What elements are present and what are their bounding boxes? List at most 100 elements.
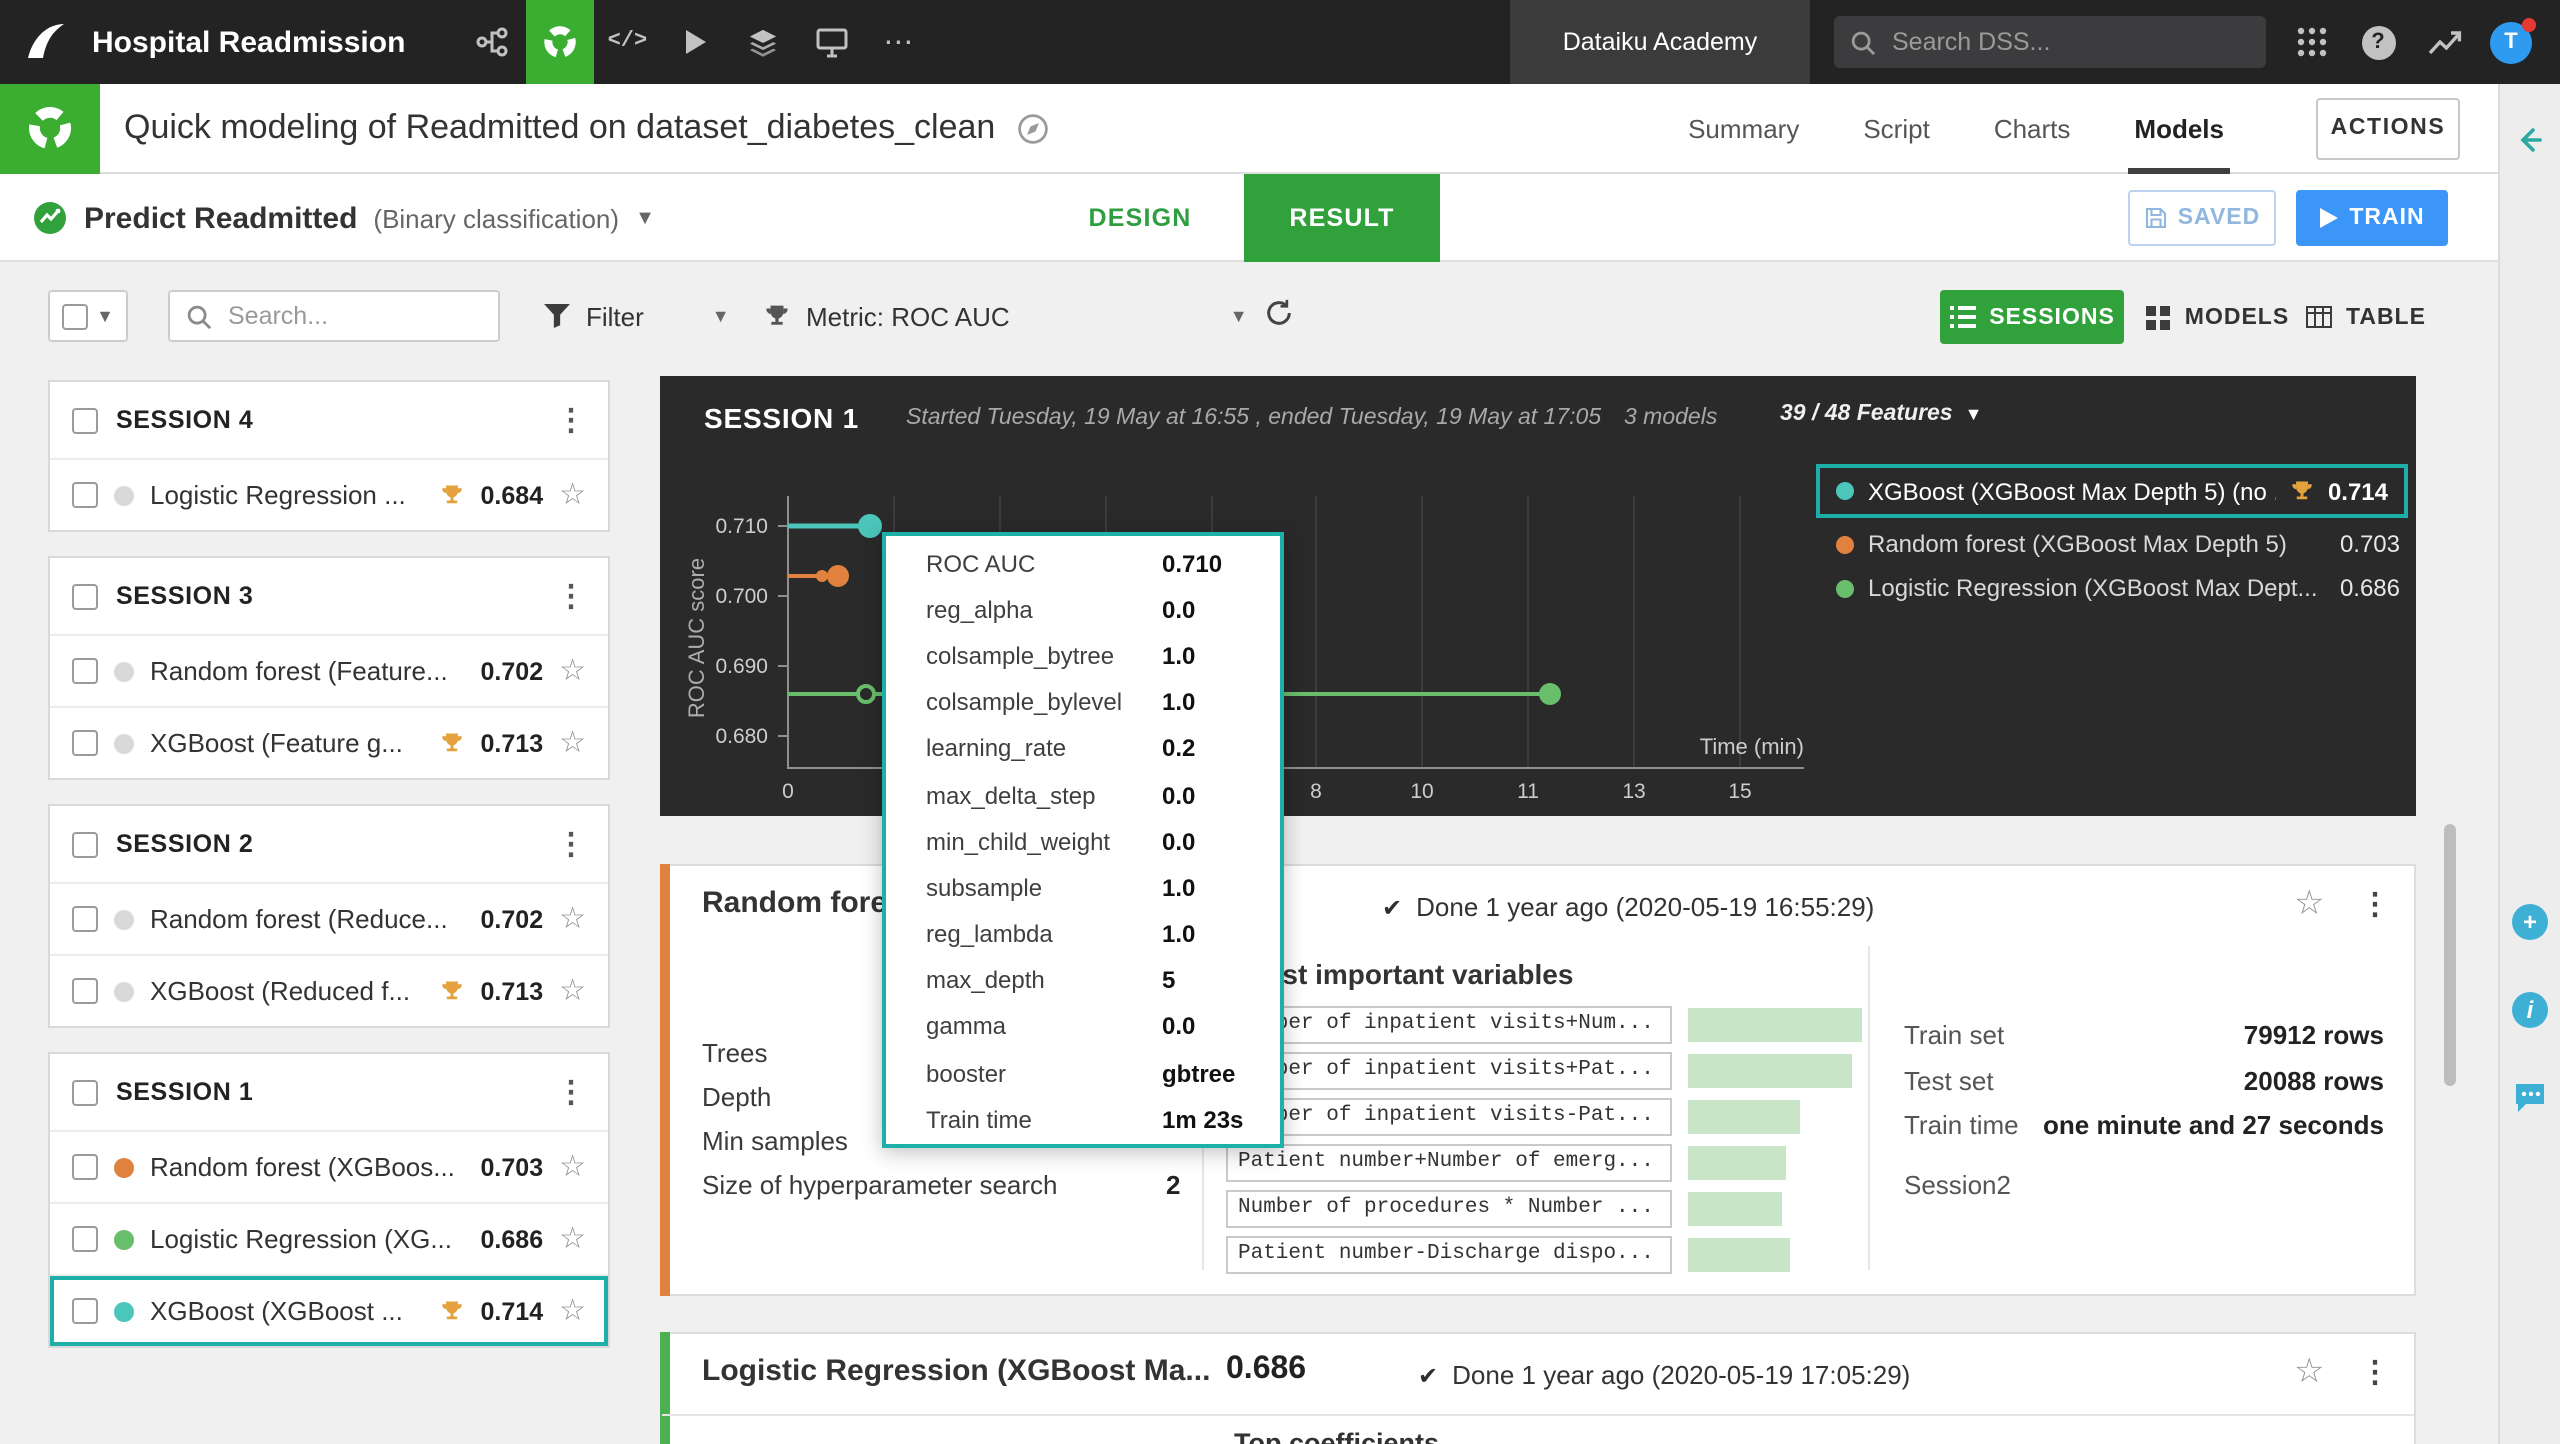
user-avatar[interactable]: T (2490, 17, 2536, 63)
metric-dropdown[interactable]: Metric: ROC AUC ▼ (764, 290, 1248, 342)
dss-search-input[interactable] (1888, 26, 2250, 58)
model-card-logistic-regression[interactable]: Logistic Regression (XGBoost Ma... 0.686… (660, 1332, 2416, 1444)
star-icon[interactable]: ☆ (559, 976, 586, 1006)
xgb-hovered-point[interactable] (858, 514, 882, 538)
tab-charts[interactable]: Charts (1994, 83, 2071, 173)
model-checkbox[interactable] (72, 658, 98, 684)
model-search[interactable] (168, 290, 500, 342)
model-label: Logistic Regression ... (150, 480, 406, 510)
kebab-menu-icon[interactable]: ⋮ (556, 829, 586, 859)
design-tab[interactable]: DESIGN (1076, 174, 1204, 262)
page-title: Quick modeling of Readmitted on dataset_… (124, 108, 996, 146)
model-checkbox[interactable] (72, 1226, 98, 1252)
legend-row[interactable]: Logistic Regression (XGBoost Max Dept...… (1832, 568, 2404, 608)
kebab-menu-icon[interactable]: ⋮ (556, 1077, 586, 1107)
model-row[interactable]: Random forest (Feature... 0.702 ☆ (50, 634, 608, 706)
info-icon[interactable]: i (2512, 992, 2548, 1028)
saved-button[interactable]: SAVED (2128, 190, 2276, 246)
star-icon[interactable]: ☆ (559, 728, 586, 758)
legend-dot (1836, 482, 1854, 500)
kebab-menu-icon[interactable]: ⋮ (2360, 886, 2390, 922)
kebab-menu-icon[interactable]: ⋮ (2360, 1354, 2390, 1390)
card-accent (660, 864, 670, 1296)
stack-icon[interactable] (729, 0, 797, 84)
model-row[interactable]: Logistic Regression (XG... 0.686 ☆ (50, 1202, 608, 1274)
view-sessions-button[interactable]: SESSIONS (1940, 290, 2124, 344)
vertical-scrollbar[interactable] (2444, 824, 2456, 1086)
kebab-menu-icon[interactable]: ⋮ (556, 405, 586, 435)
flow-icon[interactable] (457, 0, 525, 84)
workspace-tab[interactable]: Dataiku Academy (1510, 0, 1810, 84)
view-table-button[interactable]: TABLE (2304, 290, 2428, 344)
model-row[interactable]: XGBoost (Reduced f... 0.713 ☆ (50, 954, 608, 1026)
lr-point[interactable] (856, 684, 876, 704)
model-row-selected[interactable]: XGBoost (XGBoost ... 0.714 ☆ (50, 1274, 608, 1346)
star-icon[interactable]: ☆ (559, 904, 586, 934)
model-row[interactable]: Random forest (XGBoos... 0.703 ☆ (50, 1130, 608, 1202)
analysis-icon[interactable] (0, 83, 100, 173)
model-row[interactable]: Logistic Regression ... 0.684 ☆ (50, 458, 608, 530)
session-link[interactable]: Session2 (1904, 1170, 2011, 1200)
view-models-button[interactable]: MODELS (2144, 290, 2292, 344)
model-checkbox[interactable] (72, 730, 98, 756)
legend-row[interactable]: Random forest (XGBoost Max Depth 5) 0.70… (1832, 524, 2404, 564)
dashboard-icon[interactable] (797, 0, 865, 84)
bulk-select-checkbox[interactable] (62, 303, 89, 329)
more-icon[interactable]: ⋯ (865, 0, 933, 84)
model-checkbox[interactable] (72, 1298, 98, 1324)
tab-script[interactable]: Script (1863, 83, 1929, 173)
dataiku-logo-icon[interactable] (0, 0, 92, 84)
star-icon[interactable]: ☆ (559, 1152, 586, 1182)
discussions-icon[interactable] (2512, 1080, 2548, 1126)
rf-point[interactable] (816, 570, 828, 582)
tab-summary[interactable]: Summary (1688, 83, 1799, 173)
model-row[interactable]: Random forest (Reduce... 0.702 ☆ (50, 882, 608, 954)
actions-button[interactable]: ACTIONS (2316, 97, 2460, 159)
star-icon[interactable]: ☆ (559, 1296, 586, 1326)
tab-models[interactable]: Models (2128, 83, 2230, 173)
star-icon[interactable]: ☆ (559, 480, 586, 510)
dss-search[interactable] (1834, 16, 2266, 68)
model-search-input[interactable] (224, 300, 482, 332)
session-checkbox[interactable] (72, 407, 98, 433)
apps-grid-icon[interactable] (2292, 0, 2332, 84)
legend-dot (1836, 579, 1854, 597)
kebab-menu-icon[interactable]: ⋮ (556, 581, 586, 611)
session-checkbox[interactable] (72, 583, 98, 609)
chevron-down-icon[interactable]: ▼ (635, 207, 655, 229)
model-status-dot (114, 981, 134, 1001)
bulk-select-control[interactable]: ▼ (48, 290, 128, 342)
chevron-down-icon[interactable]: ▼ (96, 306, 114, 326)
lab-analyses-icon[interactable] (525, 0, 594, 84)
help-icon[interactable]: ? (2358, 0, 2398, 84)
session-checkbox[interactable] (72, 831, 98, 857)
session-checkbox[interactable] (72, 1079, 98, 1105)
star-icon[interactable]: ☆ (559, 1224, 586, 1254)
model-checkbox[interactable] (72, 482, 98, 508)
collapse-arrow-icon[interactable] (2514, 124, 2546, 166)
star-icon[interactable]: ☆ (559, 656, 586, 686)
model-checkbox[interactable] (72, 978, 98, 1004)
task-name[interactable]: Predict Readmitted (84, 201, 357, 235)
star-icon[interactable]: ☆ (2294, 884, 2325, 924)
top-navbar: Hospital Readmission </> ⋯ Dataiku Acade… (0, 0, 2560, 84)
lr-final-point[interactable] (1539, 683, 1561, 705)
legend-row-selected[interactable]: XGBoost (XGBoost Max Depth 5) (no ... 0.… (1816, 464, 2408, 518)
trend-icon[interactable] (2424, 0, 2464, 84)
add-icon[interactable]: + (2512, 904, 2548, 940)
filter-dropdown[interactable]: Filter ▼ (544, 290, 730, 342)
model-checkbox[interactable] (72, 1154, 98, 1180)
rf-final-point[interactable] (827, 565, 849, 587)
star-icon[interactable]: ☆ (2294, 1352, 2325, 1392)
jobs-play-icon[interactable] (661, 0, 729, 84)
model-score: 0.703 (480, 1153, 544, 1181)
tooltip-label: colsample_bylevel (926, 688, 1123, 717)
refresh-icon[interactable] (1264, 298, 1294, 328)
train-button[interactable]: TRAIN (2296, 190, 2448, 246)
notebooks-icon[interactable]: </> (593, 0, 661, 84)
navigate-compass-icon[interactable] (1015, 111, 1049, 145)
model-row[interactable]: XGBoost (Feature g... 0.713 ☆ (50, 706, 608, 778)
model-checkbox[interactable] (72, 906, 98, 932)
project-name[interactable]: Hospital Readmission (92, 25, 405, 59)
result-tab[interactable]: RESULT (1244, 174, 1440, 262)
